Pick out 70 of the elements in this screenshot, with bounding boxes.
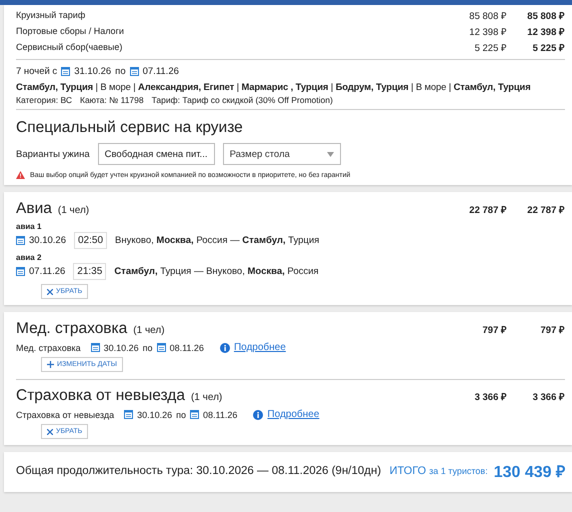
cabin-detail: Категория: ВС <box>16 95 72 105</box>
price-label: Портовые сборы / Налоги <box>16 26 125 36</box>
tour-duration: Общая продолжительность тура: 30.10.2026 — 08.11.2026 (9н/10дн) <box>16 465 382 477</box>
pax-count: (1 чел) <box>58 205 90 216</box>
insurance-name: Страховка от невыезда <box>16 410 114 420</box>
table-size-select[interactable]: Размер стола <box>222 143 341 165</box>
date-text: 31.10.26 <box>74 66 112 77</box>
section-title: Страховка от невыезда <box>16 387 185 405</box>
section-title: Авиа <box>16 200 52 218</box>
price: 12 398 ₽ <box>468 26 507 38</box>
total-amount: 130 439 ₽ <box>494 463 565 482</box>
flight-route: Стамбул, Турция — Внуково, Москва, Россия <box>114 266 319 277</box>
cabin-detail: Тариф: Тариф со скидкой (30% Off Promotion) <box>152 95 333 105</box>
date-text: 30.10.26 <box>104 342 139 352</box>
total-label: ИТОГО <box>390 465 426 477</box>
calendar-icon <box>124 410 134 419</box>
route-text: Стамбул, Турция | В море | Александрия, Египет | Мармарис , Турция | Бодрум, Турция | В море | Стамбул, Турция <box>16 81 531 92</box>
dinner-label: Варианты ужина <box>16 148 90 160</box>
total-price: 85 808 ₽ <box>526 10 565 22</box>
date-separator: по <box>142 342 153 352</box>
close-icon <box>47 288 53 294</box>
flight-label: авиа 2 <box>16 253 42 262</box>
calendar-icon <box>90 343 100 352</box>
nights-text: 7 ночей с <box>16 66 58 77</box>
caret-icon <box>326 152 334 156</box>
flight-time: 21:35 <box>73 263 106 280</box>
details-link[interactable]: Подробнее <box>267 409 320 420</box>
calendar-icon <box>16 267 25 276</box>
dinner-select[interactable]: Свободная смена пит... <box>98 143 215 165</box>
pax-count: (1 чел) <box>133 325 166 336</box>
info-icon <box>220 342 230 352</box>
tourists-count: за 1 туристов: <box>429 466 488 476</box>
flight-label: авиа 1 <box>16 222 42 231</box>
date-text: 30.10.26 <box>29 235 66 246</box>
flight-route: Внуково, Москва, Россия — Стамбул, Турция <box>115 235 320 246</box>
calendar-icon <box>130 67 139 76</box>
total-price: 797 ₽ <box>540 324 565 336</box>
date-separator: по <box>115 66 126 77</box>
section-title: Специальный сервис на круизе <box>16 119 244 137</box>
price: 5 225 ₽ <box>474 42 507 54</box>
total-price: 22 787 ₽ <box>526 204 565 216</box>
calendar-icon <box>61 67 70 76</box>
close-icon <box>47 428 53 434</box>
plus-icon <box>47 361 54 368</box>
total-price: 5 225 ₽ <box>532 42 565 54</box>
date-text: 08.11.26 <box>203 410 238 420</box>
date-separator: по <box>176 410 186 420</box>
total-price: 3 366 ₽ <box>532 391 565 403</box>
date-text: 07.11.26 <box>29 266 66 277</box>
calendar-icon <box>156 343 166 352</box>
flight-time: 02:50 <box>74 232 108 249</box>
warning-icon <box>16 171 25 179</box>
calendar-icon <box>190 410 200 419</box>
calendar-icon <box>16 236 25 245</box>
date-text: 08.11.26 <box>170 342 204 352</box>
price: 797 ₽ <box>482 324 507 336</box>
price: 22 787 ₽ <box>468 204 507 216</box>
insurance-name: Мед. страховка <box>16 342 81 352</box>
price-label: Круизный тариф <box>16 10 86 20</box>
price: 85 808 ₽ <box>468 10 507 22</box>
cabin-detail: Каюта: № 11798 <box>80 95 144 105</box>
price: 3 366 ₽ <box>474 391 507 403</box>
date-text: 30.10.26 <box>137 410 172 420</box>
info-icon <box>253 410 264 420</box>
date-text: 07.11.26 <box>142 66 179 77</box>
pax-count: (1 чел) <box>190 392 224 403</box>
price-label: Сервисный сбор(чаевые) <box>16 42 124 52</box>
total-price: 12 398 ₽ <box>526 26 565 38</box>
section-title: Мед. страховка <box>16 320 128 338</box>
details-link[interactable]: Подробнее <box>234 342 286 353</box>
